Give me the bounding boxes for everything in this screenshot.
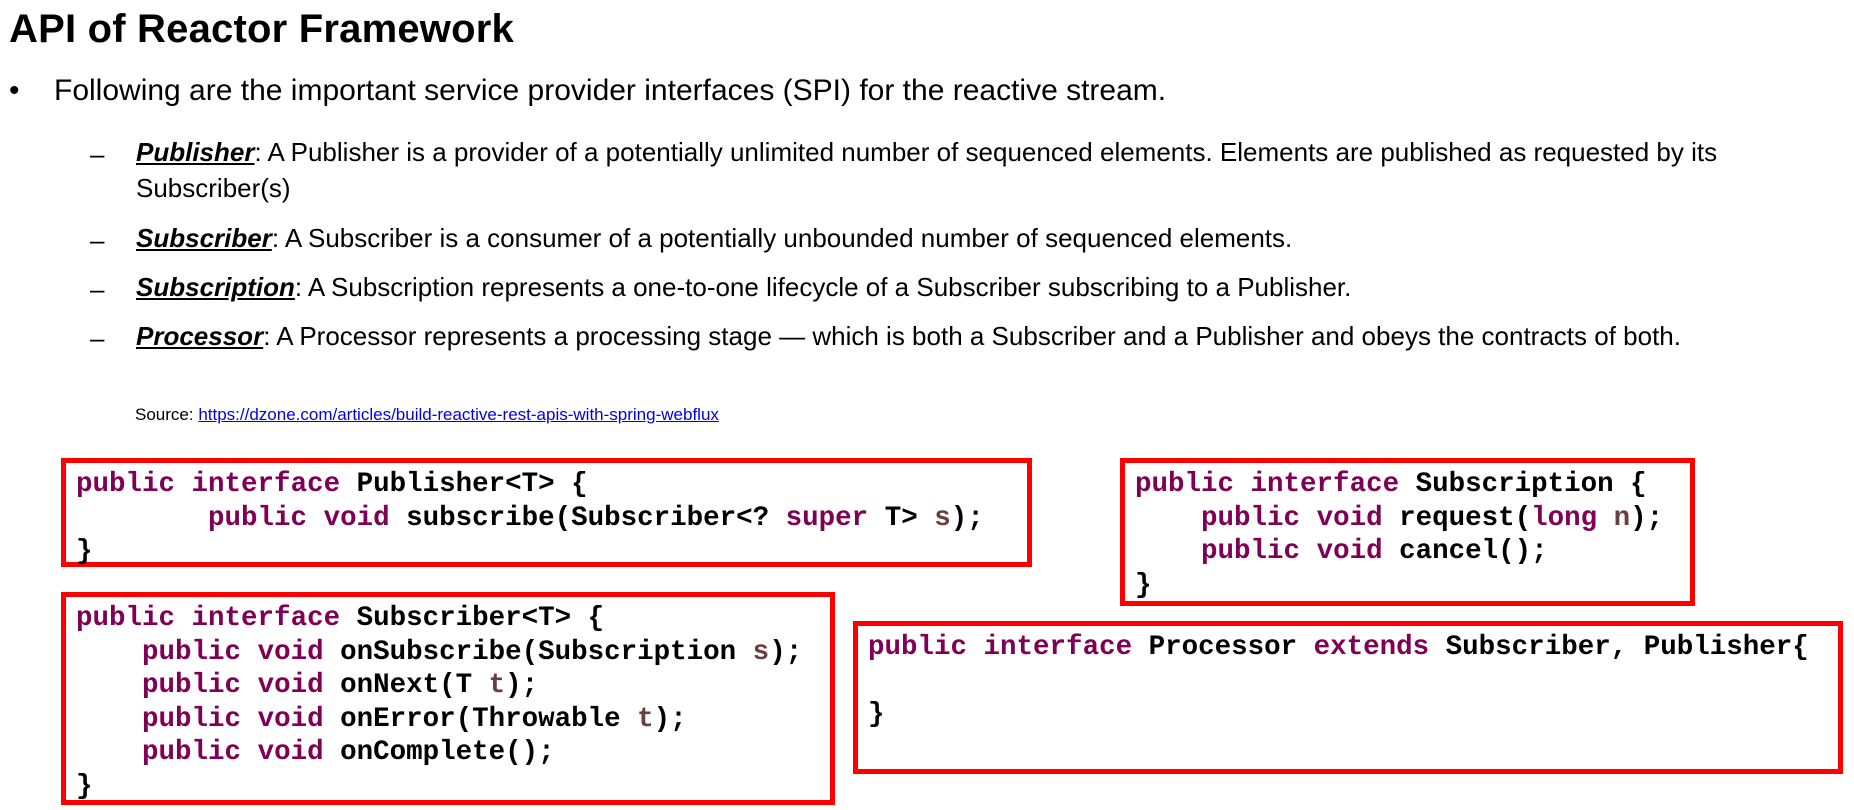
list-item-subscription: Subscription: A Subscription represents … bbox=[136, 269, 1776, 305]
dash-icon: – bbox=[90, 139, 105, 169]
code-box-subscription: public interface Subscription { public v… bbox=[1120, 458, 1695, 606]
list-item-publisher: Publisher: A Publisher is a provider of … bbox=[136, 134, 1776, 206]
source-citation: Source: https://dzone.com/articles/build… bbox=[135, 405, 719, 425]
code-processor: public interface Processor extends Subsc… bbox=[868, 632, 1809, 730]
code-publisher: public interface Publisher<T> { public v… bbox=[76, 469, 984, 567]
term-processor: Processor bbox=[136, 321, 264, 351]
code-subscription: public interface Subscription { public v… bbox=[1135, 469, 1664, 601]
dash-icon: – bbox=[90, 323, 105, 353]
source-link[interactable]: https://dzone.com/articles/build-reactiv… bbox=[198, 405, 719, 424]
desc-processor: : A Processor represents a processing st… bbox=[263, 321, 1681, 351]
code-subscriber: public interface Subscriber<T> { public … bbox=[76, 603, 803, 802]
list-item-subscriber: Subscriber: A Subscriber is a consumer o… bbox=[136, 220, 1776, 256]
code-box-subscriber: public interface Subscriber<T> { public … bbox=[61, 592, 835, 805]
desc-subscription: : A Subscription represents a one-to-one… bbox=[294, 272, 1352, 302]
desc-publisher: : A Publisher is a provider of a potenti… bbox=[136, 137, 1718, 203]
term-publisher: Publisher bbox=[136, 137, 255, 167]
slide-title: API of Reactor Framework bbox=[9, 7, 514, 51]
list-item-processor: Processor: A Processor represents a proc… bbox=[136, 318, 1776, 354]
term-subscriber: Subscriber bbox=[136, 223, 272, 253]
dash-icon: – bbox=[90, 225, 105, 255]
source-label: Source: bbox=[135, 405, 199, 424]
desc-subscriber: : A Subscriber is a consumer of a potent… bbox=[271, 223, 1293, 253]
dash-icon: – bbox=[90, 274, 105, 304]
bullet-icon: • bbox=[9, 74, 20, 107]
code-box-processor: public interface Processor extends Subsc… bbox=[853, 621, 1843, 774]
code-box-publisher: public interface Publisher<T> { public v… bbox=[61, 458, 1032, 567]
intro-text: Following are the important service prov… bbox=[54, 74, 1167, 107]
term-subscription: Subscription bbox=[136, 272, 295, 302]
